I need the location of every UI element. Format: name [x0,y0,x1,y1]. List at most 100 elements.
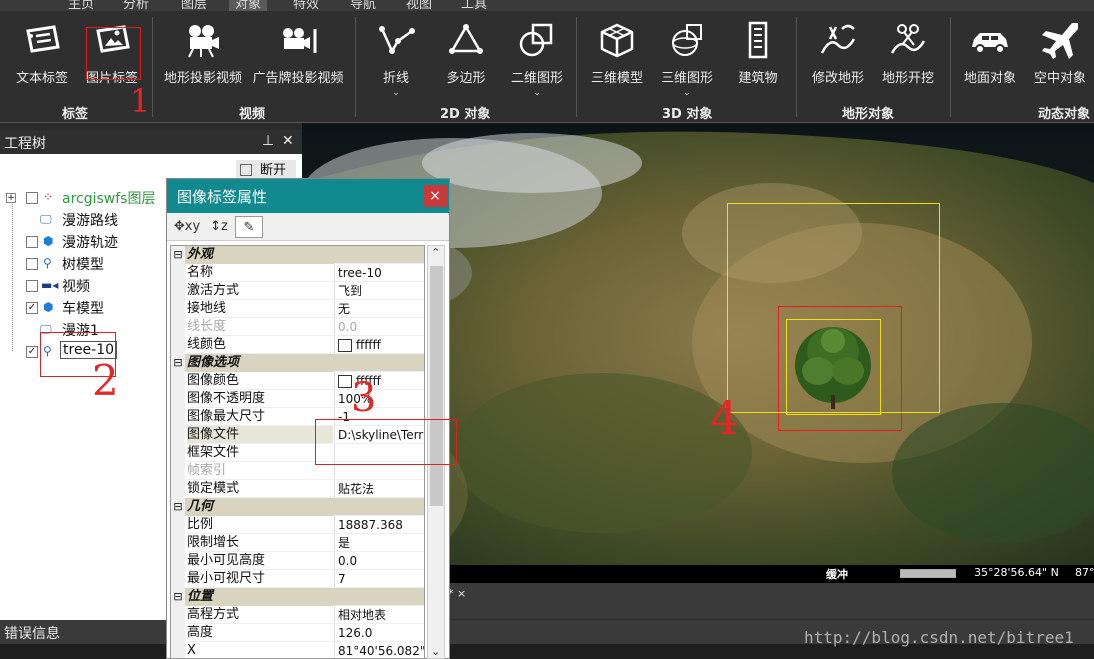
property-row[interactable]: 锁定模式 贴花法 [171,480,424,498]
property-value[interactable]: 相对地表 [334,606,424,624]
tab-layers[interactable]: 图层 [181,0,207,11]
tree-node-video[interactable]: ▬◂ 视频 [0,276,170,296]
modify-terrain-button[interactable]: 修改地形 [806,19,870,86]
polygon-button[interactable]: 多边形 [440,19,492,86]
property-row[interactable]: 图像不透明度 100% [171,390,424,408]
chevron-down-icon[interactable]: ⌄ [370,88,422,98]
chevron-down-icon[interactable]: ⌄ [506,88,568,98]
dialog-title-bar[interactable]: 图像标签属性 × [167,179,449,213]
property-name: 比例 [187,516,333,534]
tab-objects[interactable]: 对象 [229,0,268,11]
property-value[interactable]: 0.0 [334,552,424,570]
property-name: 位置 [187,588,333,606]
tree-checkbox[interactable] [26,280,38,292]
tree-checkbox[interactable]: ✓ [26,346,38,358]
property-value[interactable]: 18887.368 [334,516,424,534]
building-button[interactable]: 建筑物 [732,19,784,86]
tree-node-car-model[interactable]: ✓ ⬢ 车模型 [0,298,170,318]
collapse-icon[interactable]: ⊟ [171,498,185,516]
tree-node-tree-model[interactable]: ⚲ 树模型 [0,254,170,274]
edit-pen-icon[interactable]: ✎ [235,216,263,238]
property-row[interactable]: X 81°40'56.082" [171,642,424,658]
billboard-video-icon [283,28,317,53]
tree-checkbox[interactable] [26,192,38,204]
property-row[interactable]: 限制增长是 [171,534,424,552]
tab-navigation[interactable]: 导航 [350,0,376,11]
scroll-up-icon[interactable]: ⌃ [431,246,440,259]
property-value[interactable]: ffffff [334,336,424,354]
row-gutter [171,282,185,300]
property-category[interactable]: ⊟ 图像选项 [171,354,424,372]
property-value-text: tree-10 [338,266,382,280]
doc-tab-close[interactable]: * × [448,587,466,600]
tree-checkbox[interactable]: ✓ [26,302,38,314]
property-value[interactable]: 贴花法 [334,480,424,498]
property-value[interactable]: 飞到 [334,282,424,300]
2d-shape-button[interactable]: 二维图形 ⌄ [506,19,568,98]
property-value[interactable]: 100% [334,390,424,408]
tab-view[interactable]: 视图 [406,0,432,11]
property-row[interactable]: 最小可视尺寸 7 [171,570,424,588]
longitude-readout: 87° [1075,566,1094,579]
color-swatch[interactable] [338,339,352,352]
tree-image-icon[interactable] [788,321,878,413]
property-row[interactable]: 线颜色 ffffff [171,336,424,354]
property-value[interactable]: 是 [334,534,424,552]
property-category[interactable]: ⊟ 外观 [171,246,424,264]
terrain-video-button[interactable]: 地形投影视频 [160,19,246,86]
tree-node-arcgiswfs[interactable]: + ⁘ arcgiswfs图层 [0,188,170,208]
terrain-excavate-button[interactable]: 地形开挖 [876,19,940,86]
tree-checkbox[interactable] [26,258,38,270]
collapse-icon[interactable]: ⊟ [171,246,185,264]
ground-object-button[interactable]: 地面对象 [958,19,1022,86]
chevron-down-icon[interactable]: ⌄ [656,88,718,98]
property-value[interactable]: ffffff [334,372,424,390]
billboard-video-button[interactable]: 广告牌投影视频 [248,19,348,86]
property-category[interactable]: ⊟ 位置 [171,588,424,606]
property-row[interactable]: 图像颜色 ffffff [171,372,424,390]
property-row[interactable]: 比例 18887.368 [171,516,424,534]
property-value[interactable]: 81°40'56.082" [334,642,424,658]
tree-checkbox[interactable] [26,236,38,248]
property-row[interactable]: 高程方式 相对地表 [171,606,424,624]
property-row[interactable]: 线长度 0.0 [171,318,424,336]
property-row[interactable]: 名称 tree-10 [171,264,424,282]
tree-node-route[interactable]: 🖵 漫游路线 [0,210,170,230]
3d-shape-button[interactable]: 三维图形 ⌄ [656,19,718,98]
property-value[interactable]: tree-10 [334,264,424,282]
property-value[interactable]: 0.0 [334,318,424,336]
tree-node-track[interactable]: ⬢ 漫游轨迹 [0,232,170,252]
close-icon[interactable]: ✕ [282,133,294,149]
pin-icon[interactable]: ⊥ [262,133,274,149]
property-row[interactable]: 高度 126.0 [171,624,424,642]
air-object-button[interactable]: 空中对象 [1028,19,1092,86]
scrollbar-thumb[interactable] [430,266,443,506]
text-label-button[interactable]: 文本标签 [12,19,72,86]
property-value[interactable]: 无 [334,300,424,318]
tab-home[interactable]: 主页 [68,0,94,11]
expand-icon[interactable]: + [6,193,16,203]
collapse-icon[interactable]: ⊟ [171,588,185,606]
property-row[interactable]: 最小可见高度 0.0 [171,552,424,570]
dialog-close-button[interactable]: × [423,185,447,207]
terrain-video-button-label: 地形投影视频 [163,71,242,86]
tab-tools[interactable]: 工具 [461,0,487,11]
property-value[interactable]: 126.0 [334,624,424,642]
tab-analysis[interactable]: 分析 [123,0,149,11]
color-swatch[interactable] [338,375,352,388]
move-xy-icon[interactable]: ✥xy [173,216,201,238]
scroll-down-icon[interactable]: ⌄ [431,645,440,658]
3d-model-button[interactable]: 三维模型 [586,19,648,86]
property-row[interactable]: 激活方式 飞到 [171,282,424,300]
property-row[interactable]: 接地线无 [171,300,424,318]
property-value[interactable]: 7 [334,570,424,588]
polyline-button[interactable]: 折线 ⌄ [370,19,422,98]
error-panel-title: 错误信息 [4,626,60,642]
collapse-icon[interactable]: ⊟ [171,354,185,372]
tab-effects[interactable]: 特效 [293,0,319,11]
property-category[interactable]: ⊟ 几何 [171,498,424,516]
annotation-box-image-label [86,27,141,80]
move-z-icon[interactable]: ↕z [205,216,233,238]
terrain-excavate-icon [890,24,926,54]
group-label-3d: 3D 对象 [662,107,713,122]
